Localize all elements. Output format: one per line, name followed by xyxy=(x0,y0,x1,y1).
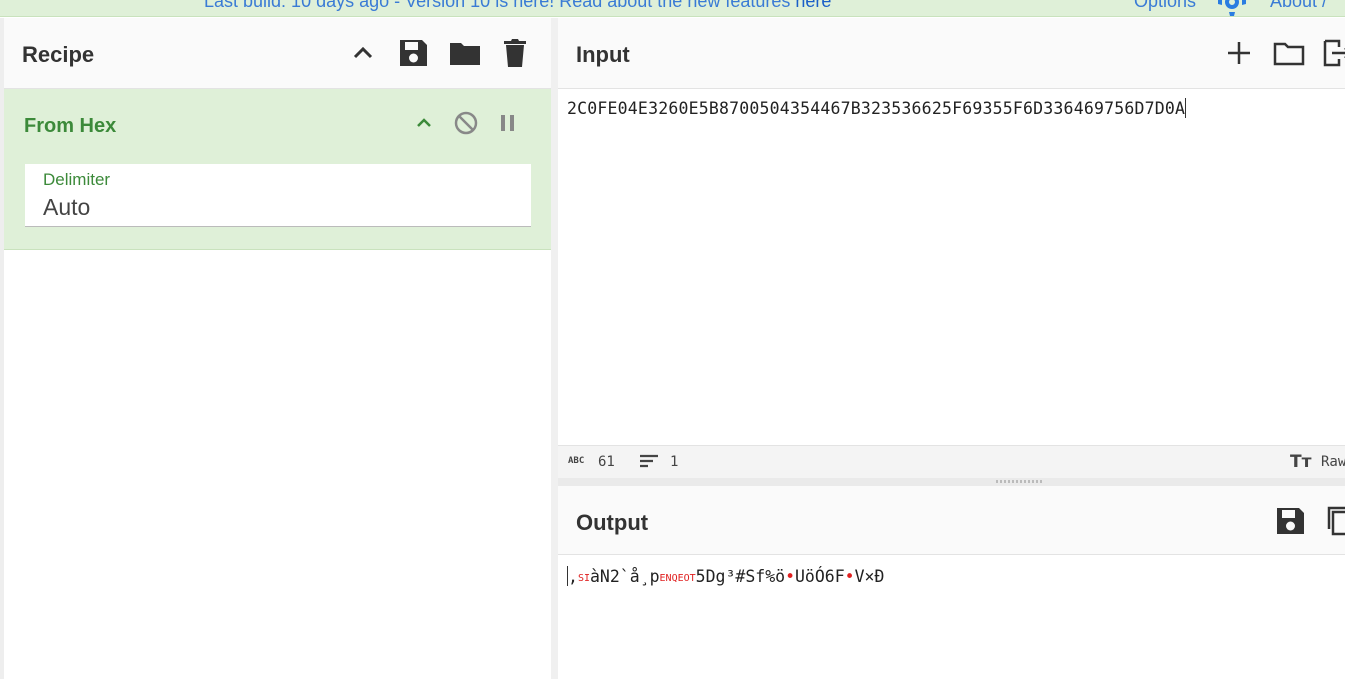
operation-title: From Hex xyxy=(24,115,117,137)
pause-icon[interactable] xyxy=(494,109,522,137)
chevron-up-icon[interactable] xyxy=(346,36,380,70)
copy-icon[interactable] xyxy=(1323,504,1345,538)
operation-from-hex[interactable]: From Hex Delimiter Auto xyxy=(4,89,551,250)
save-icon[interactable] xyxy=(1273,504,1307,538)
delimiter-label: Delimiter xyxy=(43,170,111,189)
lines-icon xyxy=(638,452,660,474)
output-textarea[interactable]: ,SIàN2`å¸pENQEOT5Dg³#Sf%ö•UöÓ6F•V×Ð xyxy=(567,566,884,586)
nonprintable-dot: • xyxy=(785,567,795,586)
gear-icon[interactable] xyxy=(1216,0,1248,16)
output-fragment: ¸ xyxy=(639,567,650,586)
input-lines: 1 xyxy=(670,454,679,470)
about-link[interactable]: About / xyxy=(1270,0,1327,12)
folder-icon[interactable] xyxy=(448,36,482,70)
output-fragment: 5Dg³#Sf%ö xyxy=(695,567,786,586)
input-value: 2C0FE04E3260E5B8700504354467B323536625F6… xyxy=(567,99,1186,118)
horizontal-splitter[interactable] xyxy=(558,478,1345,486)
plus-icon[interactable] xyxy=(1222,36,1256,70)
control-char-marker: SI xyxy=(577,573,590,584)
output-header: Output xyxy=(558,486,1345,555)
output-fragment: àN2`å xyxy=(589,567,640,586)
recipe-header: Recipe xyxy=(4,18,551,89)
banner-message: Last build: 10 days ago - Version 10 is … xyxy=(204,0,831,12)
font-icon[interactable]: Tт xyxy=(1290,452,1311,472)
save-icon[interactable] xyxy=(396,36,430,70)
output-title: Output xyxy=(576,510,649,535)
input-length: 61 xyxy=(598,454,615,470)
input-mode[interactable]: Raw xyxy=(1321,454,1345,470)
input-status-bar: ABC 61 1 Tт Raw xyxy=(558,445,1345,479)
disable-icon[interactable] xyxy=(452,109,480,137)
recipe-panel: Recipe From Hex Delimiter Auto xyxy=(4,18,552,679)
recipe-title: Recipe xyxy=(22,42,95,67)
vertical-splitter[interactable] xyxy=(551,18,558,679)
exit-icon[interactable] xyxy=(1320,36,1345,70)
banner-prefix: Last build: 10 days ago - Version 10 is … xyxy=(204,0,796,11)
input-panel: Input 2C0FE04E3260E5B8700504354467B32353… xyxy=(558,18,1345,479)
input-title: Input xyxy=(576,42,630,67)
output-fragment: p xyxy=(649,567,660,586)
delimiter-field[interactable]: Delimiter Auto xyxy=(25,164,531,227)
output-fragment: , xyxy=(568,567,578,586)
output-fragment: V×Ð xyxy=(854,567,885,586)
text-caret xyxy=(1185,98,1187,118)
folder-icon[interactable] xyxy=(1272,36,1306,70)
top-banner: Last build: 10 days ago - Version 10 is … xyxy=(0,0,1345,17)
control-char-marker: ENQEOT xyxy=(659,573,696,584)
output-fragment: UöÓ6F xyxy=(795,567,845,586)
chevron-up-icon[interactable] xyxy=(410,109,438,137)
input-textarea[interactable]: 2C0FE04E3260E5B8700504354467B323536625F6… xyxy=(567,98,1187,118)
delimiter-value[interactable]: Auto xyxy=(43,194,90,221)
options-link[interactable]: Options xyxy=(1134,0,1196,12)
input-header: Input xyxy=(558,18,1345,89)
trash-icon[interactable] xyxy=(498,36,532,70)
banner-link[interactable]: here xyxy=(795,0,831,11)
output-panel: Output ,SIàN2`å¸pENQEOT5Dg³#Sf%ö•UöÓ6F•V… xyxy=(558,486,1345,679)
nonprintable-dot: • xyxy=(844,567,855,586)
splitter-grip[interactable] xyxy=(996,480,1042,483)
abc-icon: ABC xyxy=(568,456,585,466)
